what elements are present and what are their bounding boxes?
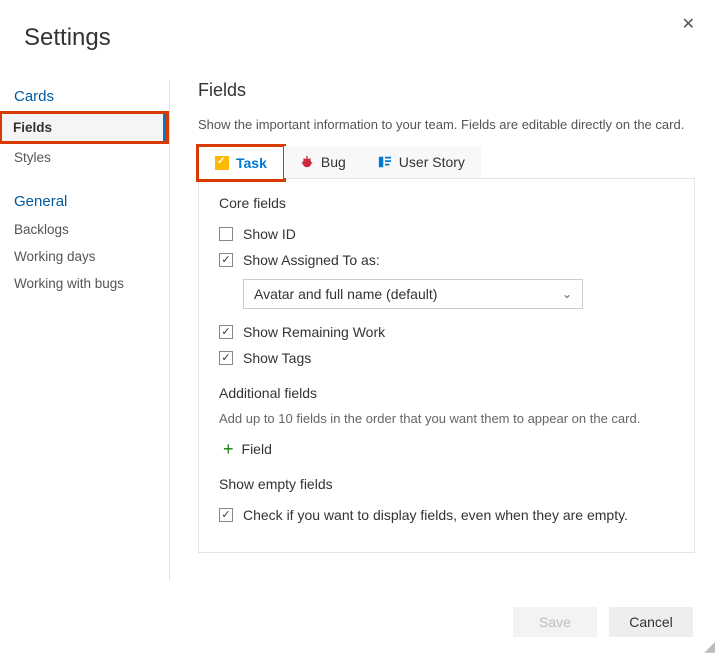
tab-task[interactable]: Task	[198, 146, 284, 179]
show-remaining-checkbox[interactable]	[219, 325, 233, 339]
tab-bar: Task Bug User Story	[198, 146, 695, 179]
tab-user-story[interactable]: User Story	[362, 146, 481, 178]
show-remaining-row: Show Remaining Work	[219, 319, 674, 345]
show-empty-label: Show empty fields	[219, 476, 674, 492]
show-assigned-row: Show Assigned To as:	[219, 247, 674, 273]
show-empty-checkbox[interactable]	[219, 508, 233, 522]
sidebar-item-fields[interactable]: Fields	[2, 114, 166, 141]
task-icon	[215, 156, 229, 170]
close-button[interactable]: ✕	[678, 10, 699, 38]
show-assigned-label: Show Assigned To as:	[243, 252, 380, 268]
show-tags-row: Show Tags	[219, 345, 674, 371]
save-button[interactable]: Save	[513, 607, 597, 637]
show-id-row: Show ID	[219, 221, 674, 247]
additional-fields-hint: Add up to 10 fields in the order that yo…	[219, 411, 674, 426]
assigned-to-select[interactable]: Avatar and full name (default) ⌄	[243, 279, 583, 309]
sidebar-item-working-with-bugs[interactable]: Working with bugs	[0, 270, 169, 297]
core-fields-label: Core fields	[219, 195, 674, 211]
sidebar-section-general: General	[0, 185, 169, 216]
main-description: Show the important information to your t…	[198, 117, 695, 132]
show-tags-checkbox[interactable]	[219, 351, 233, 365]
close-icon: ✕	[682, 16, 695, 33]
add-field-label: Field	[242, 441, 272, 457]
tab-user-story-label: User Story	[399, 154, 465, 170]
show-remaining-label: Show Remaining Work	[243, 324, 385, 340]
user-story-icon	[378, 155, 392, 169]
cancel-button[interactable]: Cancel	[609, 607, 693, 637]
show-id-label: Show ID	[243, 226, 296, 242]
resize-grip-icon[interactable]: ◢	[704, 639, 715, 653]
footer-buttons: Save Cancel	[513, 607, 693, 637]
fields-panel: Core fields Show ID Show Assigned To as:…	[198, 179, 695, 553]
page-title: Settings	[0, 0, 717, 52]
highlight-fields-annotation: Fields	[0, 111, 169, 144]
tab-task-label: Task	[236, 155, 267, 171]
sidebar-item-styles[interactable]: Styles	[0, 144, 169, 171]
bug-icon	[300, 155, 314, 169]
additional-fields-label: Additional fields	[219, 385, 674, 401]
tab-bug[interactable]: Bug	[284, 146, 362, 178]
show-id-checkbox[interactable]	[219, 227, 233, 241]
main-title: Fields	[198, 80, 695, 101]
tab-bug-label: Bug	[321, 154, 346, 170]
show-tags-label: Show Tags	[243, 350, 311, 366]
main-panel: Fields Show the important information to…	[170, 80, 717, 580]
sidebar-item-working-days[interactable]: Working days	[0, 243, 169, 270]
sidebar-item-backlogs[interactable]: Backlogs	[0, 216, 169, 243]
assigned-to-value: Avatar and full name (default)	[254, 286, 437, 302]
show-empty-row: Check if you want to display fields, eve…	[219, 502, 674, 528]
show-empty-text: Check if you want to display fields, eve…	[243, 507, 628, 523]
sidebar-section-cards: Cards	[0, 80, 169, 111]
plus-icon: +	[223, 440, 234, 458]
add-field-button[interactable]: + Field	[223, 436, 674, 462]
chevron-down-icon: ⌄	[562, 287, 572, 301]
sidebar: Cards Fields Styles General Backlogs Wor…	[0, 80, 170, 580]
show-assigned-checkbox[interactable]	[219, 253, 233, 267]
